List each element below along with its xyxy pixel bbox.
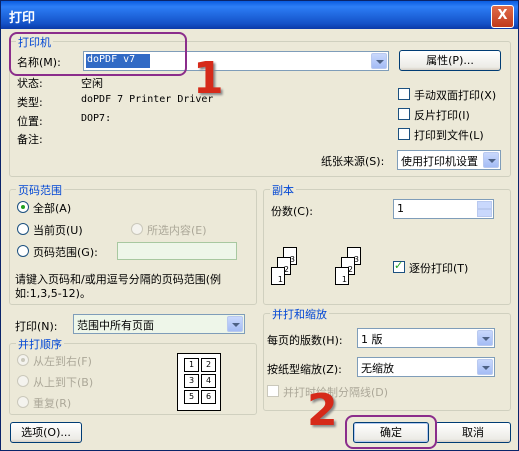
- page-numbers-radio[interactable]: [17, 245, 29, 257]
- print-order-preview: 1 2 3 4 5 6: [177, 353, 221, 411]
- paper-source-label: 纸张来源(S):: [321, 155, 385, 168]
- preview-cell: 6: [201, 390, 216, 404]
- reverse-print-label[interactable]: 反片打印(I): [414, 107, 470, 123]
- current-page-label[interactable]: 当前页(U): [33, 222, 83, 238]
- print-to-file-label[interactable]: 打印到文件(L): [414, 127, 484, 143]
- collate-page: 1: [335, 267, 349, 285]
- ok-highlight-annotation: [345, 415, 437, 449]
- pages-per-sheet-select[interactable]: 1 版: [357, 328, 495, 348]
- chevron-down-icon[interactable]: [371, 53, 387, 69]
- properties-button[interactable]: 属性(P)...: [399, 50, 501, 71]
- scale-label: 按纸型缩放(Z):: [267, 363, 342, 376]
- status-value: 空闲: [81, 77, 103, 90]
- all-pages-label[interactable]: 全部(A): [33, 200, 71, 216]
- copies-count-value: 1: [397, 202, 404, 215]
- paper-source-value: 使用打印机设置: [401, 155, 478, 168]
- scale-select[interactable]: 无缩放: [357, 357, 495, 377]
- status-label: 状态:: [17, 77, 43, 90]
- scale-value: 无缩放: [361, 362, 394, 375]
- pages-per-sheet-label: 每页的版数(H):: [267, 334, 343, 347]
- all-pages-radio[interactable]: [17, 201, 29, 213]
- print-what-label: 打印(N):: [15, 320, 58, 333]
- chevron-down-icon[interactable]: [483, 152, 499, 168]
- preview-cell: 2: [201, 358, 216, 372]
- reverse-print-checkbox[interactable]: [398, 108, 410, 120]
- top-to-bottom-radio[interactable]: [17, 375, 29, 387]
- chevron-down-icon[interactable]: [477, 330, 493, 346]
- annotation-marker-1: 1: [193, 53, 224, 104]
- printer-highlight-annotation: [9, 32, 187, 76]
- where-label: 位置:: [17, 115, 43, 128]
- current-page-radio[interactable]: [17, 223, 29, 235]
- manual-duplex-checkbox[interactable]: [398, 88, 410, 100]
- collate-checkbox[interactable]: [393, 259, 405, 273]
- chevron-down-icon[interactable]: [227, 316, 243, 332]
- print-order-group-label: 并打顺序: [16, 336, 64, 352]
- repeat-radio[interactable]: [17, 396, 29, 408]
- page-range-group-label: 页码范围: [16, 182, 64, 198]
- repeat-label[interactable]: 重复(R): [33, 395, 71, 411]
- selection-label[interactable]: 所选内容(E): [147, 222, 207, 238]
- title-bar[interactable]: 打印 X: [1, 1, 518, 29]
- selection-radio[interactable]: [131, 223, 143, 235]
- print-what-select[interactable]: 范围中所有页面: [73, 314, 245, 334]
- zoom-group-label: 并打和缩放: [270, 306, 329, 322]
- print-to-file-checkbox[interactable]: [398, 128, 410, 140]
- left-to-right-label[interactable]: 从左到右(F): [33, 353, 92, 369]
- collate-page: 1: [271, 267, 285, 285]
- spinner-down-icon[interactable]: [477, 209, 492, 217]
- annotation-marker-2: 2: [307, 385, 338, 436]
- print-what-value: 范围中所有页面: [77, 319, 154, 332]
- manual-duplex-label[interactable]: 手动双面打印(X): [414, 87, 496, 103]
- copies-count-input[interactable]: 1: [393, 199, 494, 219]
- copies-count-label: 份数(C):: [271, 205, 313, 218]
- type-label: 类型:: [17, 96, 43, 109]
- close-button[interactable]: X: [491, 5, 514, 28]
- chevron-down-icon[interactable]: [477, 359, 493, 375]
- left-to-right-radio[interactable]: [17, 354, 29, 366]
- preview-cell: 4: [201, 374, 216, 388]
- print-dialog: 打印 X 打印机 名称(M): doPDF v7 属性(P)... 状态: 空闲…: [0, 0, 519, 451]
- where-value: DOP7:: [81, 113, 112, 124]
- copies-group-label: 副本: [270, 182, 296, 198]
- preview-cell: 3: [184, 374, 199, 388]
- page-range-hint: 请键入页码和/或用逗号分隔的页码范围(例如:1,3,5-12)。: [15, 273, 221, 300]
- cancel-button[interactable]: 取消: [435, 422, 511, 443]
- paper-source-select[interactable]: 使用打印机设置: [397, 150, 501, 170]
- page-numbers-input[interactable]: [117, 242, 237, 260]
- comment-label: 备注:: [17, 133, 43, 146]
- preview-cell: 1: [184, 358, 199, 372]
- preview-cell: 5: [184, 390, 199, 404]
- pages-per-sheet-value: 1 版: [361, 333, 383, 346]
- spinner-up-icon[interactable]: [477, 201, 492, 209]
- page-numbers-label[interactable]: 页码范围(G):: [33, 244, 98, 260]
- draw-borders-checkbox[interactable]: [267, 385, 279, 397]
- window-title: 打印: [9, 11, 36, 26]
- collate-illustration: 3 2 1 3 2 1: [271, 247, 381, 297]
- options-button[interactable]: 选项(O)...: [10, 422, 82, 443]
- top-to-bottom-label[interactable]: 从上到下(B): [33, 374, 93, 390]
- collate-label[interactable]: 逐份打印(T): [409, 260, 468, 276]
